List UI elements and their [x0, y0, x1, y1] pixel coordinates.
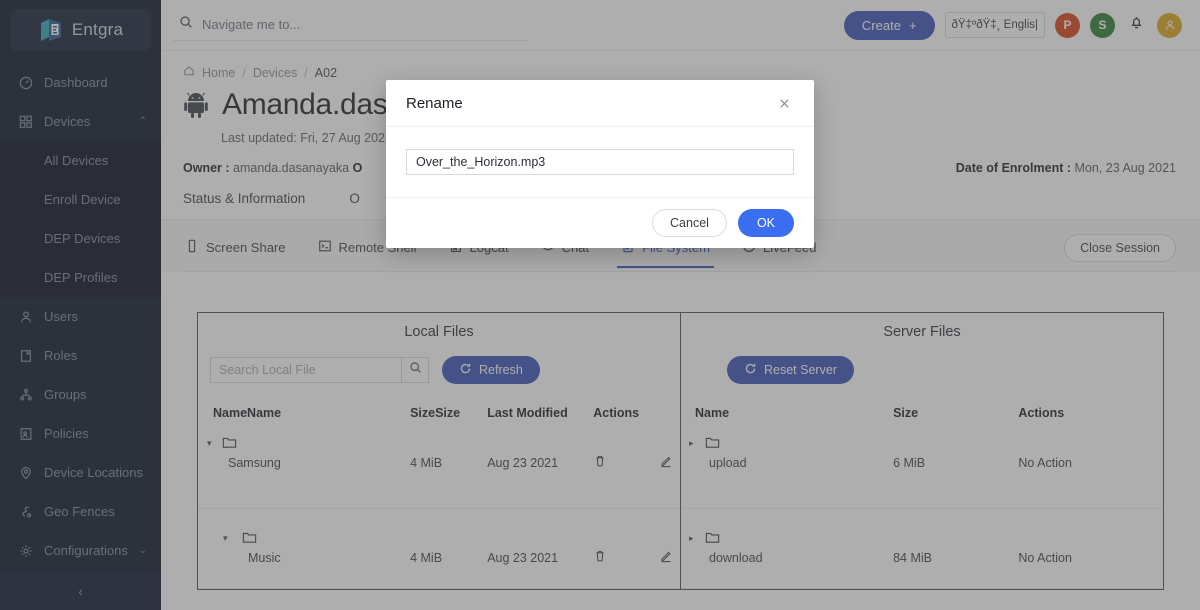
ok-button[interactable]: OK [738, 209, 794, 237]
cancel-button[interactable]: Cancel [652, 209, 727, 237]
app-root: Entgra Dashboard Devices ⌃ All Devices [0, 0, 1200, 610]
rename-dialog-title: Rename [406, 95, 463, 112]
close-icon[interactable] [774, 93, 794, 113]
rename-dialog-header: Rename [386, 80, 814, 127]
rename-dialog-body [386, 127, 814, 197]
rename-dialog: Rename Cancel OK [386, 80, 814, 248]
rename-input[interactable] [406, 149, 794, 175]
rename-dialog-footer: Cancel OK [386, 197, 814, 248]
